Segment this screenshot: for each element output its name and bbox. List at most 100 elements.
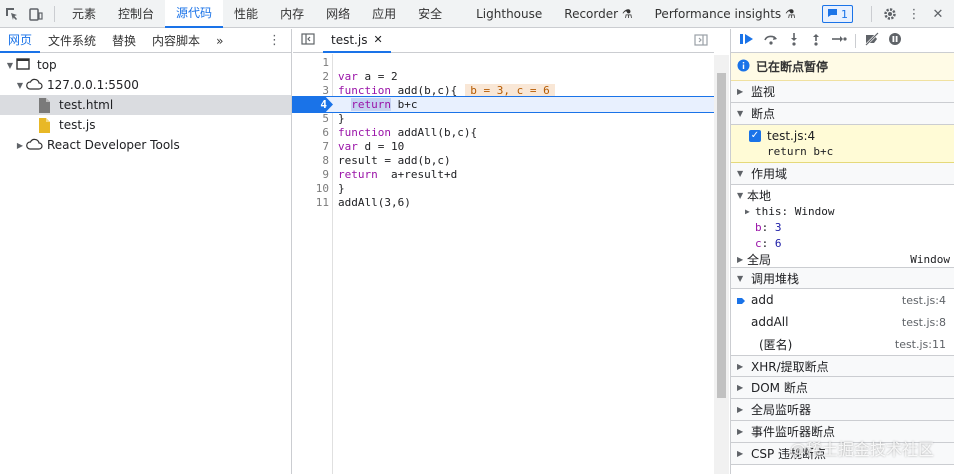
toggle-debugger-icon[interactable] (694, 34, 708, 49)
line-code: return a+result+d (338, 168, 458, 181)
scope-local[interactable]: ▼ 本地 (731, 187, 954, 203)
line-number[interactable]: 5 (293, 111, 329, 126)
tab-performance[interactable]: 性能 (223, 0, 269, 28)
collapsed-arrow-icon: ▶ (737, 254, 744, 264)
section-breakpoints[interactable]: ▼ 断点 (731, 103, 954, 125)
line-number[interactable]: 7 (293, 139, 329, 154)
section-scope[interactable]: ▼ 作用域 (731, 163, 954, 185)
tab-lighthouse[interactable]: Lighthouse (465, 0, 553, 28)
tree-item-top[interactable]: ▼ top (0, 55, 291, 75)
call-frame[interactable]: addAll test.js:8 (731, 311, 954, 333)
tab-recorder[interactable]: Recorder ⚗ (553, 0, 643, 28)
tab-application[interactable]: 应用 (361, 0, 407, 28)
code-line[interactable]: 11 addAll(3,6) (293, 195, 714, 210)
tab-filesystem[interactable]: 文件系统 (40, 29, 104, 53)
line-code: function add(b,c){b = 3, c = 6 (338, 83, 555, 98)
resume-icon[interactable] (739, 32, 755, 50)
tab-network[interactable]: 网络 (315, 0, 361, 28)
code-line[interactable]: 2 var a = 2 (293, 69, 714, 84)
message-icon (827, 8, 838, 21)
toggle-navigator-icon[interactable] (301, 33, 315, 48)
paused-banner: 已在断点暂停 (731, 53, 954, 81)
section-call-stack[interactable]: ▼ 调用堆栈 (731, 267, 954, 289)
section-dom-breakpoints[interactable]: ▶ DOM 断点 (731, 377, 954, 399)
line-number[interactable]: 2 (293, 69, 329, 84)
more-options-icon[interactable]: ⋮ (902, 0, 926, 28)
tab-memory[interactable]: 内存 (269, 0, 315, 28)
tab-overrides[interactable]: 替换 (104, 29, 144, 53)
tab-console[interactable]: 控制台 (107, 0, 165, 28)
file-tab-test-js[interactable]: test.js ✕ (323, 29, 391, 53)
tree-item-test-js[interactable]: test.js (0, 115, 291, 135)
section-global-listeners[interactable]: ▶ 全局监听器 (731, 399, 954, 421)
section-watch[interactable]: ▶ 监视 (731, 81, 954, 103)
section-xhr-breakpoints[interactable]: ▶ XHR/提取断点 (731, 355, 954, 377)
expanded-arrow-icon: ▼ (737, 190, 744, 200)
cloud-icon (26, 138, 43, 152)
line-number[interactable]: 11 (293, 195, 329, 210)
js-file-icon (38, 118, 54, 133)
line-number[interactable]: 9 (293, 167, 329, 182)
breakpoint-item[interactable]: ✓ test.js:4 return b+c (731, 125, 954, 163)
pause-on-exceptions-icon[interactable] (888, 32, 902, 50)
tree-item-react-devtools[interactable]: ▶ React Developer Tools (0, 135, 291, 155)
collapsed-arrow-icon: ▶ (745, 206, 750, 216)
tab-security[interactable]: 安全 (407, 0, 453, 28)
more-tabs-icon[interactable]: » (208, 29, 231, 53)
tree-item-label: React Developer Tools (47, 138, 180, 152)
scope-global[interactable]: ▶ 全局 Window (731, 251, 954, 267)
expanded-arrow-icon[interactable]: ▼ (4, 61, 16, 70)
breakpoint-checkbox[interactable]: ✓ (749, 130, 761, 142)
code-line[interactable]: 9 return a+result+d (293, 167, 714, 182)
editor-scrollbar[interactable] (714, 55, 729, 474)
collapsed-arrow-icon: ▶ (737, 405, 744, 414)
tree-item-test-html[interactable]: test.html (0, 95, 291, 115)
code-line[interactable]: 3 function add(b,c){b = 3, c = 6 (293, 83, 714, 98)
close-tab-icon[interactable]: ✕ (373, 33, 382, 46)
issues-button[interactable]: 1 (822, 5, 853, 23)
scope-var-c[interactable]: c: 6 (731, 235, 954, 251)
call-frame[interactable]: (匿名) test.js:11 (731, 333, 954, 355)
tab-elements[interactable]: 元素 (61, 0, 107, 28)
tab-sources[interactable]: 源代码 (165, 0, 224, 28)
tab-content-scripts[interactable]: 内容脚本 (144, 29, 208, 53)
code-line[interactable]: 5} (293, 111, 714, 126)
line-number[interactable]: 8 (293, 153, 329, 168)
tab-page[interactable]: 网页 (0, 29, 41, 53)
line-number[interactable]: 6 (293, 125, 329, 140)
tab-performance-insights[interactable]: Performance insights ⚗ (644, 0, 807, 28)
close-icon[interactable]: ✕ (926, 0, 950, 28)
code-area[interactable]: 1 2 var a = 2 3 function add(b,c){b = 3, c… (292, 54, 715, 474)
code-line[interactable]: 8 result = add(b,c) (293, 153, 714, 168)
collapsed-arrow-icon[interactable]: ▶ (14, 141, 26, 150)
section-title: 全局监听器 (751, 403, 812, 417)
expanded-arrow-icon[interactable]: ▼ (14, 81, 26, 90)
code-line[interactable]: 1 (293, 55, 714, 70)
step-into-icon[interactable] (787, 32, 801, 50)
step-icon[interactable] (831, 32, 847, 50)
call-frame-current[interactable]: add test.js:4 (731, 289, 954, 311)
code-line-paused[interactable]: 4 return b+c (292, 96, 715, 113)
scope-var-b[interactable]: b: 3 (731, 219, 954, 235)
step-over-icon[interactable] (763, 32, 779, 50)
line-code: return b+c (351, 98, 418, 111)
line-number[interactable]: 10 (293, 181, 329, 196)
scope-var-this[interactable]: ▶ this: Window (731, 203, 954, 219)
frame-location: test.js:4 (901, 293, 946, 307)
breakpoint-marker[interactable]: 4 (293, 97, 333, 112)
tree-item-origin[interactable]: ▼ 127.0.0.1:5500 (0, 75, 291, 95)
code-line[interactable]: 6 function addAll(b,c){ (293, 125, 714, 140)
inspect-element-icon[interactable] (0, 0, 24, 28)
device-toolbar-icon[interactable] (24, 0, 48, 28)
navigator-menu-icon[interactable]: ⋮ (268, 33, 281, 48)
gear-icon[interactable] (878, 0, 902, 28)
var-name: b (755, 220, 762, 234)
collapsed-arrow-icon: ▶ (737, 383, 744, 392)
step-out-icon[interactable] (809, 32, 823, 50)
line-number[interactable]: 3 (293, 83, 329, 98)
scrollbar-thumb[interactable] (717, 73, 726, 398)
deactivate-breakpoints-icon[interactable] (864, 31, 880, 50)
code-line[interactable]: 10} (293, 181, 714, 196)
line-number[interactable]: 1 (293, 55, 329, 70)
code-line[interactable]: 7 var d = 10 (293, 139, 714, 154)
